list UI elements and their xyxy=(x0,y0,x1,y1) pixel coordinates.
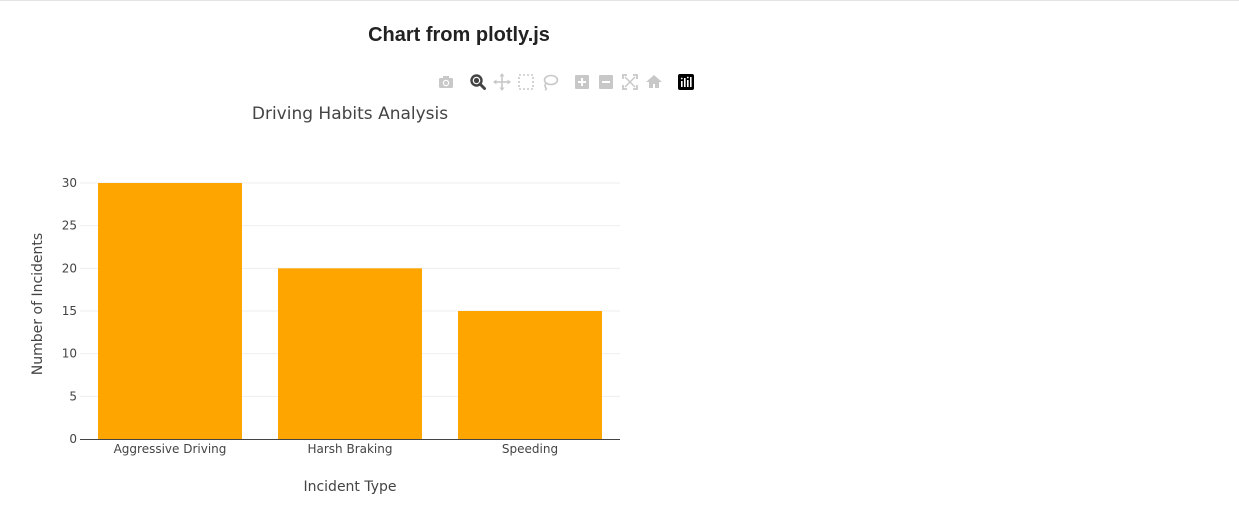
pan-icon[interactable] xyxy=(492,72,512,92)
chart-title: Driving Habits Analysis xyxy=(252,104,448,124)
bars[interactable] xyxy=(98,183,602,439)
y-axis-ticks: 0 5 10 15 20 25 30 xyxy=(62,176,77,446)
y-tick-label: 15 xyxy=(62,304,77,318)
zoom-in-icon[interactable] xyxy=(572,72,592,92)
bar[interactable] xyxy=(98,183,242,439)
x-axis-ticks: Aggressive Driving Harsh Braking Speeding xyxy=(114,442,559,456)
y-tick-label: 30 xyxy=(62,176,77,190)
bar-chart[interactable]: 0 5 10 15 20 25 30 Aggressive Driving Harsh Bra… xyxy=(0,95,700,515)
top-divider xyxy=(0,0,1239,1)
y-tick-label: 0 xyxy=(69,432,77,446)
zoom-icon[interactable] xyxy=(468,72,488,92)
bar[interactable] xyxy=(458,311,602,439)
page-title: Chart from plotly.js xyxy=(368,24,550,46)
y-tick-label: 10 xyxy=(62,347,77,361)
lasso-select-icon[interactable] xyxy=(540,72,560,92)
plotly-logo-icon[interactable] xyxy=(676,72,696,92)
box-select-icon[interactable] xyxy=(516,72,536,92)
zoom-out-icon[interactable] xyxy=(596,72,616,92)
y-tick-label: 25 xyxy=(62,219,77,233)
x-axis-title: Incident Type xyxy=(303,479,396,495)
x-tick-label: Speeding xyxy=(502,442,558,456)
reset-axes-icon[interactable] xyxy=(644,72,664,92)
y-tick-label: 5 xyxy=(69,389,77,403)
autoscale-icon[interactable] xyxy=(620,72,640,92)
y-tick-label: 20 xyxy=(62,261,77,275)
bar[interactable] xyxy=(278,268,422,439)
x-tick-label: Aggressive Driving xyxy=(114,442,227,456)
camera-icon[interactable] xyxy=(436,72,456,92)
x-tick-label: Harsh Braking xyxy=(307,442,392,456)
y-axis-title: Number of Incidents xyxy=(30,233,46,375)
